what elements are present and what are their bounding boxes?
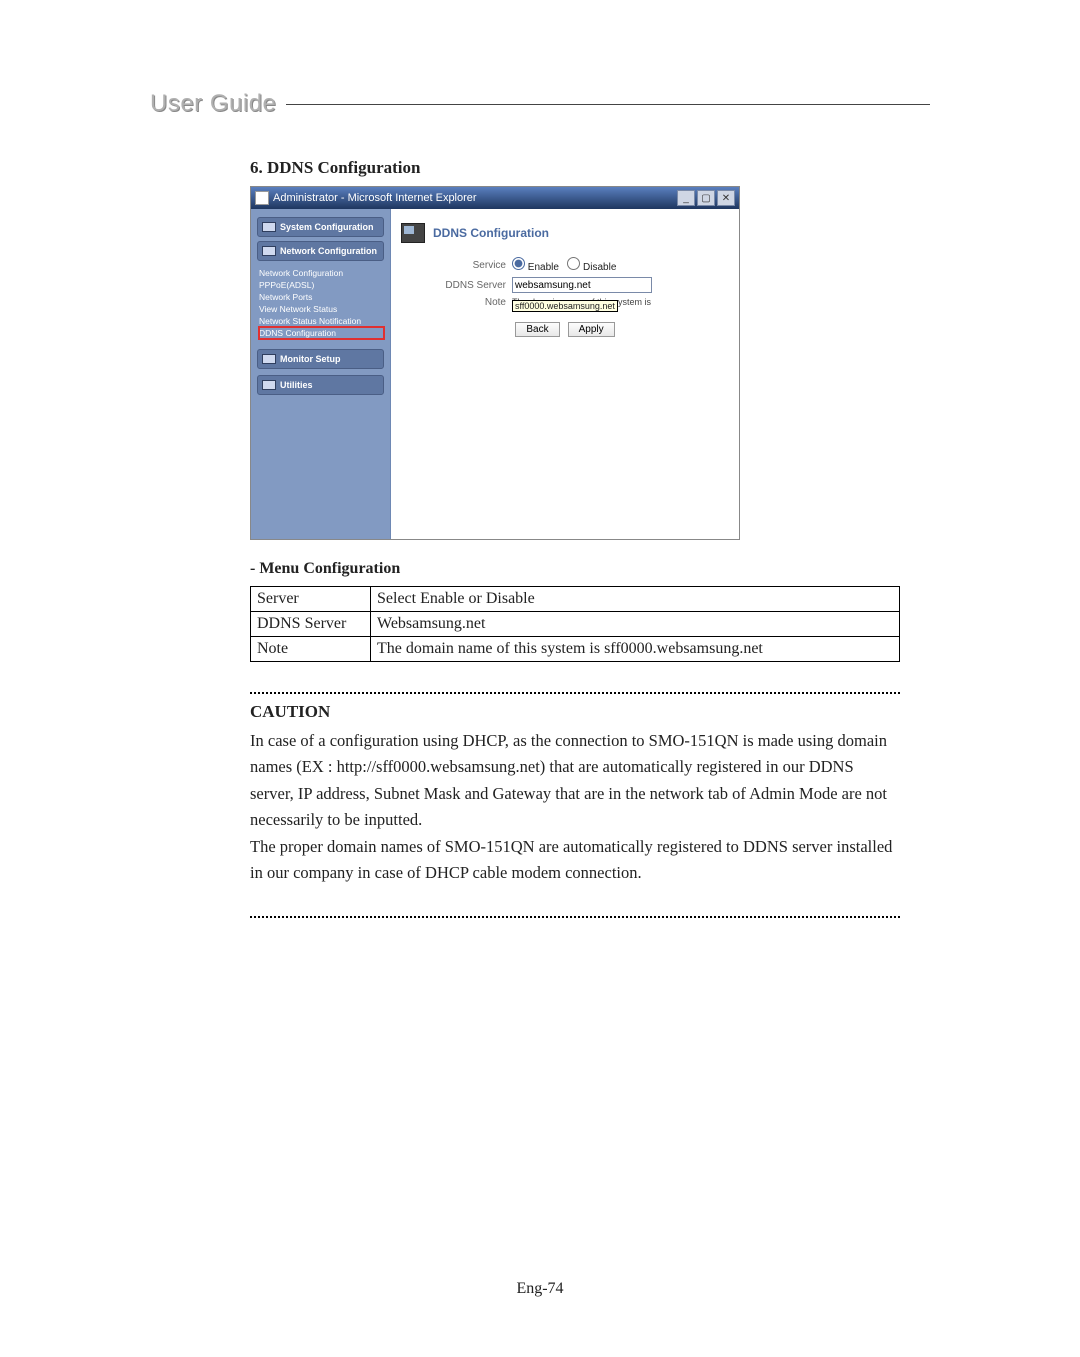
caution-paragraph-2: The proper domain names of SMO-151QN are… <box>250 834 900 887</box>
main-panel: DDNS Configuration Service Enable Disabl… <box>391 209 739 539</box>
sidebar-item-label: Network Configuration <box>280 246 377 256</box>
cell-key: DDNS Server <box>251 612 371 637</box>
divider <box>250 916 900 918</box>
sidebar-link-network-ports[interactable]: Network Ports <box>259 291 384 303</box>
caution-paragraph-1: In case of a configuration using DHCP, a… <box>250 728 900 834</box>
doc-title: User Guide <box>150 90 276 118</box>
window-titlebar: Administrator - Microsoft Internet Explo… <box>251 187 739 209</box>
back-button[interactable]: Back <box>515 322 559 337</box>
cell-val: Select Enable or Disable <box>371 587 900 612</box>
sidebar-item-label: Utilities <box>280 380 313 390</box>
sidebar-link-ddns-configuration[interactable]: DDNS Configuration <box>259 327 384 339</box>
cell-key: Note <box>251 637 371 662</box>
enable-label: Enable <box>528 262 559 273</box>
menu-config-table: Server Select Enable or Disable DDNS Ser… <box>250 586 900 662</box>
sidebar-item-network-configuration[interactable]: Network Configuration <box>257 241 384 261</box>
table-row: Server Select Enable or Disable <box>251 587 900 612</box>
menu-config-title: - Menu Configuration <box>250 560 900 578</box>
apply-button[interactable]: Apply <box>568 322 615 337</box>
panel-title: DDNS Configuration <box>433 226 549 240</box>
sidebar-sublinks: Network Configuration PPPoE(ADSL) Networ… <box>259 267 384 339</box>
caution-heading: CAUTION <box>250 702 900 722</box>
enable-radio[interactable] <box>512 257 525 270</box>
network-config-icon <box>262 246 276 256</box>
header-rule <box>286 104 930 105</box>
note-label: Note <box>431 297 506 308</box>
service-label: Service <box>431 260 506 271</box>
sidebar-item-label: Monitor Setup <box>280 354 341 364</box>
service-options: Enable Disable <box>512 257 729 273</box>
ie-icon <box>255 191 269 205</box>
monitor-icon <box>262 354 276 364</box>
cell-key: Server <box>251 587 371 612</box>
sidebar-link-network-status-notification[interactable]: Network Status Notification <box>259 315 384 327</box>
disable-option[interactable]: Disable <box>567 262 616 273</box>
sidebar: System Configuration Network Configurati… <box>251 209 391 539</box>
sidebar-item-monitor-setup[interactable]: Monitor Setup <box>257 349 384 369</box>
cell-val: Websamsung.net <box>371 612 900 637</box>
tooltip: sff0000.websamsung.net <box>512 300 618 312</box>
sidebar-item-utilities[interactable]: Utilities <box>257 375 384 395</box>
maximize-button[interactable]: ▢ <box>697 190 715 206</box>
browser-window: Administrator - Microsoft Internet Explo… <box>250 186 740 540</box>
section-title: 6. DDNS Configuration <box>250 158 900 178</box>
table-row: Note The domain name of this system is s… <box>251 637 900 662</box>
minimize-button[interactable]: _ <box>677 190 695 206</box>
ddns-icon <box>401 223 425 243</box>
window-title: Administrator - Microsoft Internet Explo… <box>273 192 477 204</box>
sidebar-link-network-configuration[interactable]: Network Configuration <box>259 267 384 279</box>
note-row: The domain name of this system is sff000… <box>512 297 729 308</box>
cell-val: The domain name of this system is sff000… <box>371 637 900 662</box>
close-button[interactable]: ✕ <box>717 190 735 206</box>
sidebar-item-label: System Configuration <box>280 222 374 232</box>
table-row: DDNS Server Websamsung.net <box>251 612 900 637</box>
ddns-server-label: DDNS Server <box>431 280 506 291</box>
sidebar-item-system-configuration[interactable]: System Configuration <box>257 217 384 237</box>
disable-radio[interactable] <box>567 257 580 270</box>
system-config-icon <box>262 222 276 232</box>
utilities-icon <box>262 380 276 390</box>
enable-option[interactable]: Enable <box>512 262 559 273</box>
ddns-server-input[interactable] <box>512 277 652 293</box>
disable-label: Disable <box>583 262 616 273</box>
sidebar-link-pppoe[interactable]: PPPoE(ADSL) <box>259 279 384 291</box>
divider <box>250 692 900 694</box>
page-number: Eng-74 <box>0 1280 1080 1298</box>
sidebar-link-view-network-status[interactable]: View Network Status <box>259 303 384 315</box>
